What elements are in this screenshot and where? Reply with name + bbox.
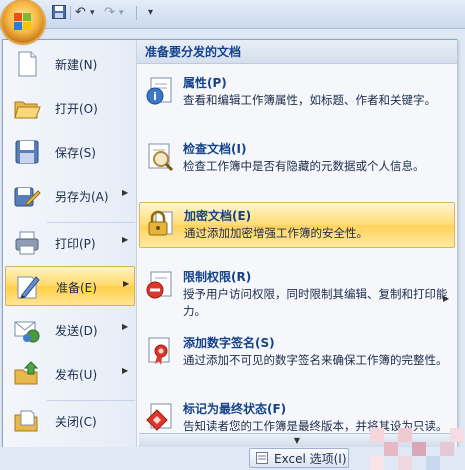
digital-signature-icon [145, 336, 175, 366]
encrypt-lock-icon [146, 209, 176, 239]
submenu-item-description: 检查工作簿中是否有隐藏的元数据或个人信息。 [183, 159, 425, 173]
submenu-item-description: 通过添加不可见的数字签名来确保工作簿的完整性。 [183, 353, 448, 367]
prepare-submenu: 准备要分发的文档 i 属性(P) 查看和编辑工作簿属性，如标题、作者和关键字。 … [136, 40, 457, 448]
save-as-icon [13, 182, 41, 210]
menu-item-print[interactable]: 打印(P) ▶ [5, 223, 135, 263]
submenu-item-properties[interactable]: i 属性(P) 查看和编辑工作簿属性，如标题、作者和关键字。 [139, 70, 455, 128]
undo-dropdown-icon[interactable]: ▾ [90, 5, 95, 21]
redo-dropdown-icon[interactable]: ▾ [119, 5, 124, 21]
send-icon [13, 316, 41, 344]
toolbar-divider [70, 6, 71, 20]
office-menu: 新建(N) 打开(O) 保存(S) 另存为(A) ▶ 打印(P) ▶ 准备(E)… [2, 39, 457, 449]
inspect-document-icon [145, 142, 175, 172]
submenu-arrow-icon: ▶ [123, 279, 130, 288]
excel-options-button[interactable]: Excel 选项(I) [249, 448, 349, 468]
save-icon[interactable] [52, 5, 66, 21]
close-folder-icon [13, 407, 41, 435]
menu-item-save[interactable]: 保存(S) [5, 132, 135, 172]
submenu-item-title: 检查文档(I) [183, 142, 247, 156]
submenu-arrow-icon: ▶ [122, 188, 129, 197]
save-disk-icon [13, 138, 41, 166]
undo-icon[interactable]: ↶ [75, 5, 86, 21]
submenu-item-title: 加密文档(E) [184, 209, 252, 223]
prepare-icon [14, 273, 42, 301]
submenu-item-title: 添加数字签名(S) [183, 336, 275, 350]
menu-item-label: 打开(O) [55, 102, 98, 116]
submenu-item-restrict-permission[interactable]: 限制权限(R) 授予用户访问权限，同时限制其编辑、复制和打印能力。 ▶ [139, 264, 455, 322]
menu-item-label: 保存(S) [55, 146, 96, 160]
options-icon [256, 452, 268, 464]
menu-item-open[interactable]: 打开(O) [5, 88, 135, 128]
submenu-item-description: 授予用户访问权限，同时限制其编辑、复制和打印能力。 [183, 287, 448, 318]
mark-final-icon [145, 402, 175, 432]
menu-item-label: 打印(P) [55, 237, 96, 251]
submenu-item-title: 限制权限(R) [183, 270, 252, 284]
menu-item-label: 准备(E) [56, 281, 97, 295]
excel-options-label: Excel 选项(I) [274, 451, 347, 466]
properties-icon: i [145, 76, 175, 106]
menu-item-new[interactable]: 新建(N) [5, 44, 135, 84]
svg-text:i: i [153, 90, 157, 103]
open-folder-icon [13, 94, 41, 122]
submenu-item-description: 通过添加加密增强工作簿的安全性。 [184, 226, 368, 240]
submenu-item-digital-signature[interactable]: 添加数字签名(S) 通过添加不可见的数字签名来确保工作簿的完整性。 [139, 330, 455, 388]
publish-icon [13, 360, 41, 388]
toolbar-divider [136, 6, 137, 20]
submenu-arrow-icon: ▶ [122, 366, 129, 375]
menu-item-label: 关闭(C) [55, 415, 97, 429]
office-button[interactable] [2, 1, 44, 43]
submenu-item-title: 属性(P) [183, 76, 227, 90]
menu-item-save-as[interactable]: 另存为(A) ▶ [5, 176, 135, 216]
menu-item-label: 发布(U) [55, 368, 98, 382]
quick-access-toolbar: ↶ ▾ ↷ ▾ ▾ [0, 0, 465, 43]
restrict-permission-icon [145, 270, 175, 300]
submenu-arrow-icon: ▶ [122, 235, 129, 244]
menu-item-prepare[interactable]: 准备(E) ▶ [5, 266, 135, 306]
new-doc-icon [13, 50, 41, 78]
submenu-arrow-icon: ▶ [443, 294, 450, 303]
menu-item-send[interactable]: 发送(D) ▶ [5, 310, 135, 350]
submenu-arrow-icon: ▶ [122, 322, 129, 331]
submenu-item-title: 标记为最终状态(F) [183, 402, 287, 416]
submenu-heading: 准备要分发的文档 [137, 40, 457, 64]
office-logo-icon [14, 13, 32, 31]
printer-icon [13, 229, 41, 257]
customize-toolbar-icon[interactable]: ▾ [148, 5, 153, 21]
menu-commands: 新建(N) 打开(O) 保存(S) 另存为(A) ▶ 打印(P) ▶ 准备(E)… [3, 40, 136, 448]
watermark-mosaic [350, 418, 465, 470]
menu-item-label: 另存为(A) [55, 190, 109, 204]
submenu-item-description: 查看和编辑工作簿属性，如标题、作者和关键字。 [183, 93, 436, 107]
menu-item-publish[interactable]: 发布(U) ▶ [5, 354, 135, 394]
submenu-item-encrypt[interactable]: 加密文档(E) 通过添加加密增强工作簿的安全性。 [139, 202, 455, 248]
submenu-item-inspect[interactable]: 检查文档(I) 检查工作簿中是否有隐藏的元数据或个人信息。 [139, 136, 455, 194]
menu-item-label: 发送(D) [55, 324, 98, 338]
menu-item-label: 新建(N) [55, 58, 98, 72]
redo-icon[interactable]: ↷ [104, 5, 115, 21]
menu-item-close[interactable]: 关闭(C) [5, 401, 135, 441]
